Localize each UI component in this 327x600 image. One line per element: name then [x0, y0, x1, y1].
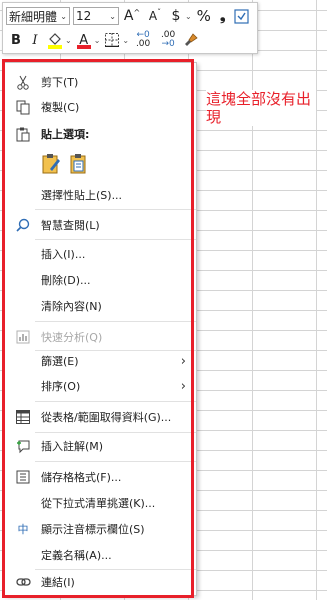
- chevron-down-icon: ⌄: [60, 11, 67, 21]
- annotation-highlight-box: [2, 59, 194, 598]
- borders-button[interactable]: [103, 30, 121, 50]
- borders-icon: [105, 33, 120, 47]
- chevron-down-icon[interactable]: ⌄: [185, 12, 192, 21]
- font-name-value: 新細明體: [9, 9, 58, 24]
- italic-button[interactable]: I: [27, 30, 43, 50]
- percent-icon: %: [196, 7, 211, 25]
- toolbar-row-2: B I ⌄ A ⌄ ⌄ ←0 .00 .00 →0: [6, 29, 200, 51]
- grow-font-button[interactable]: A ^: [122, 6, 142, 26]
- clear-format-button[interactable]: [182, 30, 200, 50]
- shrink-font-icon: A: [148, 9, 158, 23]
- fill-bucket-icon: [48, 32, 62, 49]
- paintbrush-icon: [185, 33, 198, 46]
- chevron-down-icon[interactable]: ⌄: [122, 36, 129, 45]
- shrink-font-button[interactable]: Aˇ: [145, 6, 165, 26]
- font-name-combo[interactable]: 新細明體 ⌄: [6, 7, 70, 25]
- decrease-decimal-icon: →0: [161, 39, 175, 49]
- decrease-decimal-button[interactable]: .00 →0: [157, 30, 179, 50]
- currency-icon: $: [171, 8, 181, 24]
- chevron-down-icon: ⌄: [109, 11, 116, 21]
- font-size-combo[interactable]: 12 ⌄: [73, 7, 119, 25]
- comma-style-button[interactable]: ❟: [216, 6, 230, 26]
- toolbar-row-1: 新細明體 ⌄ 12 ⌄ A ^ Aˇ $ ⌄ % ❟: [6, 5, 251, 27]
- bold-button[interactable]: B: [8, 30, 24, 50]
- comma-icon: ❟: [219, 8, 226, 24]
- mini-toolbar: 新細明體 ⌄ 12 ⌄ A ^ Aˇ $ ⌄ % ❟ B I ⌄ A ⌄ ⌄ ←…: [2, 2, 258, 54]
- font-color-icon: A: [76, 32, 91, 49]
- italic-icon: I: [32, 32, 38, 48]
- increase-decimal-button[interactable]: ←0 .00: [132, 30, 154, 50]
- fill-color-button[interactable]: [46, 30, 64, 50]
- currency-button[interactable]: $: [168, 6, 184, 26]
- font-size-value: 12: [76, 9, 92, 23]
- format-painter-icon: [234, 8, 249, 24]
- percent-button[interactable]: %: [195, 6, 213, 26]
- font-color-button[interactable]: A: [75, 30, 93, 50]
- chevron-down-icon[interactable]: ⌄: [65, 36, 72, 45]
- chevron-down-icon[interactable]: ⌄: [94, 36, 101, 45]
- annotation-note: 這塊全部沒有出現: [206, 90, 316, 126]
- format-painter-button[interactable]: [233, 6, 251, 26]
- grow-font-icon: A: [123, 8, 134, 24]
- bold-icon: B: [11, 32, 21, 48]
- increase-decimal-label: .00: [135, 39, 151, 49]
